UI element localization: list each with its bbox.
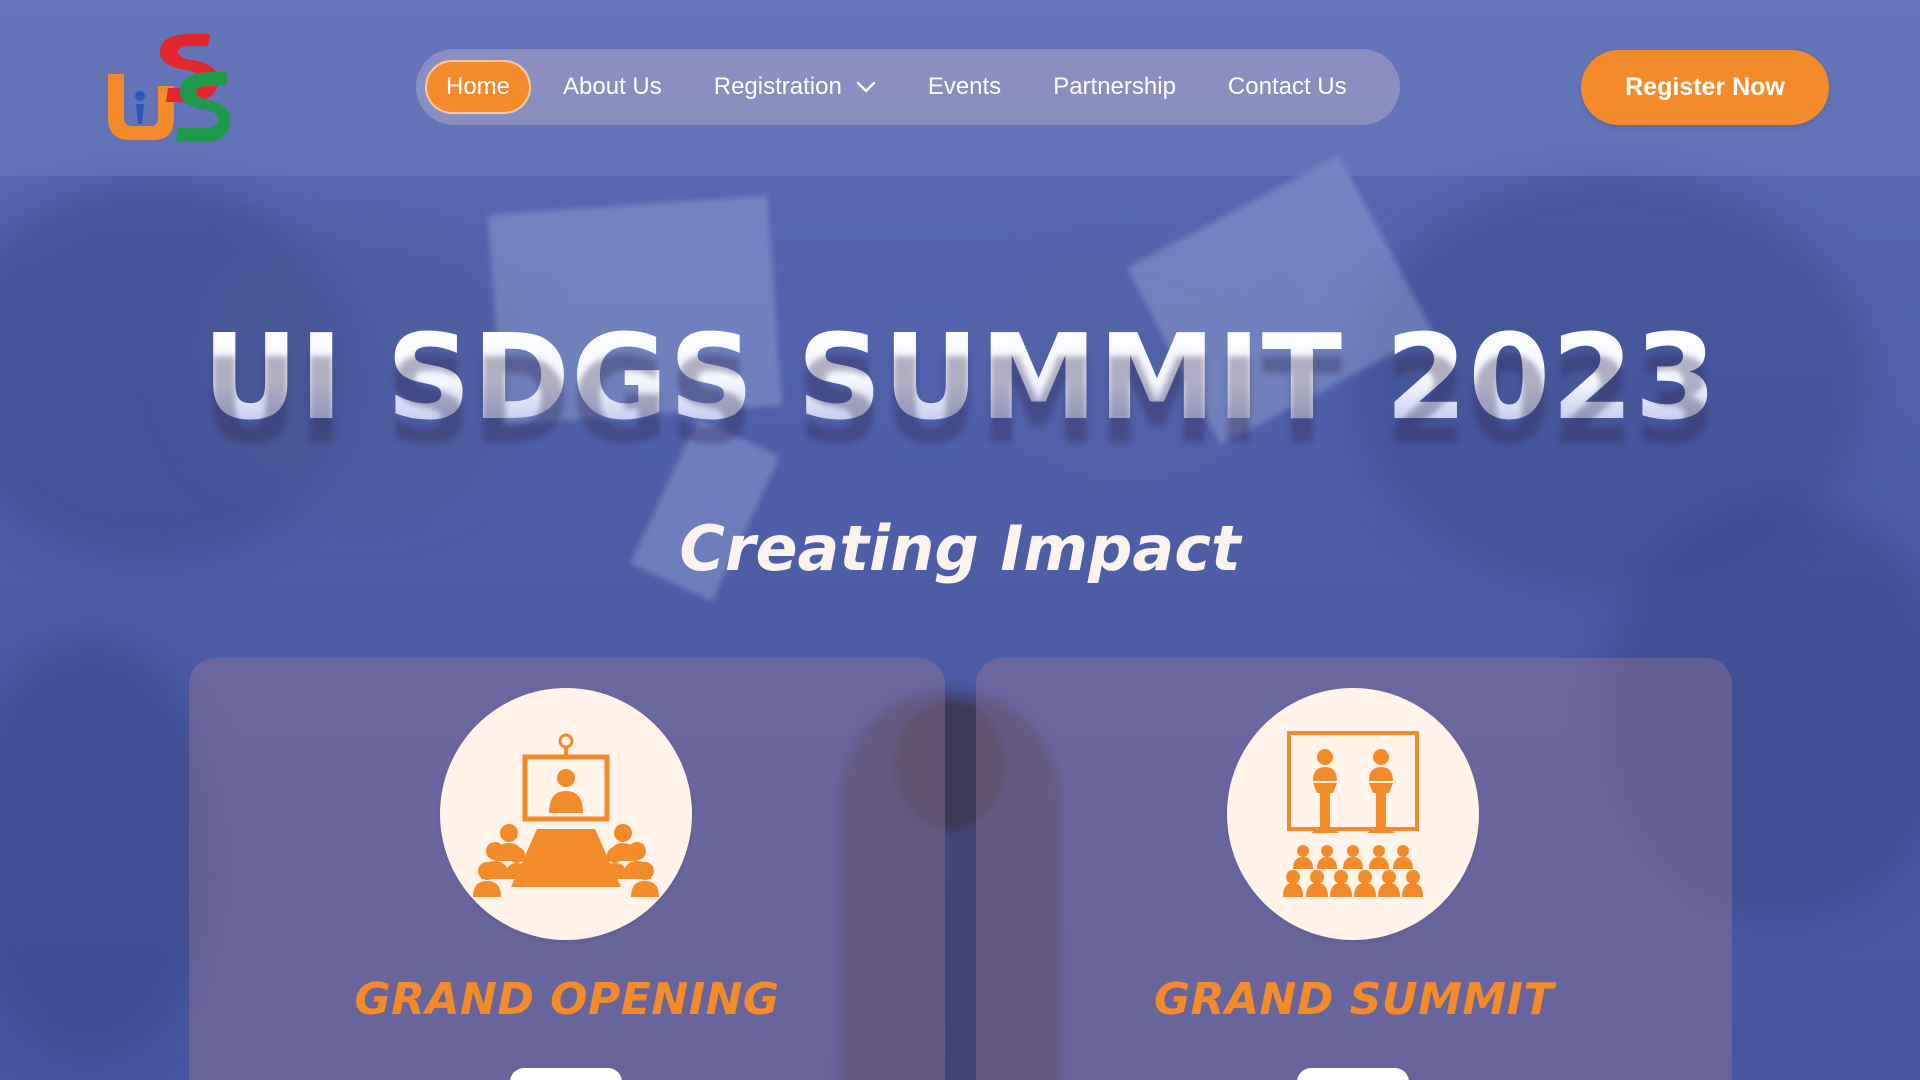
site-header: Home About Us Registration Events Partne…	[0, 0, 1920, 176]
nav-item-label: About Us	[563, 73, 662, 100]
nav-item-events[interactable]: Events	[908, 60, 1021, 114]
nav-item-label: Registration	[713, 73, 842, 100]
hero-subtitle: Creating Impact	[679, 512, 1241, 585]
nav-item-about-us[interactable]: About Us	[543, 60, 682, 114]
nav-item-partnership[interactable]: Partnership	[1033, 60, 1196, 114]
card-title: GRAND SUMMIT	[1153, 974, 1555, 1025]
card-title: GRAND OPENING	[354, 974, 780, 1025]
main-nav: Home About Us Registration Events Partne…	[416, 49, 1400, 125]
uisdgs-logo-icon[interactable]	[100, 26, 230, 150]
event-card-grand-summit[interactable]: GRAND SUMMIT	[976, 658, 1732, 1080]
chevron-down-icon	[856, 81, 876, 93]
register-now-button[interactable]: Register Now	[1581, 50, 1829, 125]
nav-item-home[interactable]: Home	[425, 60, 532, 114]
hero-title-container: UI SDGS SUMMIT 2023	[0, 318, 1920, 436]
hero-subtitle-container: Creating Impact	[0, 518, 1920, 580]
nav-item-label: Contact Us	[1227, 73, 1347, 100]
card-action-button[interactable]	[1297, 1068, 1409, 1080]
nav-item-label: Events	[927, 73, 1002, 100]
page: Home About Us Registration Events Partne…	[0, 0, 1920, 1080]
nav-item-label: Partnership	[1053, 73, 1176, 100]
card-action-button[interactable]	[510, 1068, 622, 1080]
podium-audience-icon	[1227, 688, 1479, 940]
hero-title: UI SDGS SUMMIT 2023	[202, 308, 1718, 446]
nav-item-label: Home	[446, 73, 511, 100]
event-card-grand-opening[interactable]: GRAND OPENING	[189, 658, 945, 1080]
video-conference-icon	[440, 688, 692, 940]
nav-item-contact-us[interactable]: Contact Us	[1208, 60, 1367, 114]
nav-item-registration[interactable]: Registration	[694, 60, 896, 114]
